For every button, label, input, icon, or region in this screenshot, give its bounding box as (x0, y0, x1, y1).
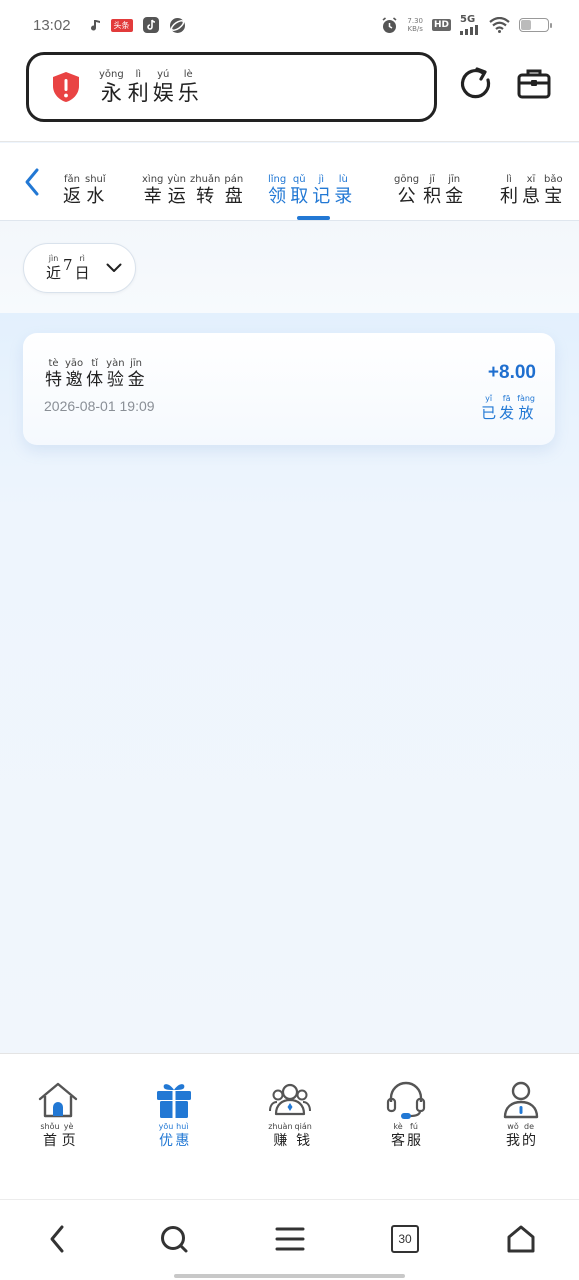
tab-count: 30 (391, 1225, 419, 1253)
wifi-icon (489, 17, 510, 33)
browser-back-button[interactable] (40, 1222, 74, 1256)
home-icon (38, 1082, 78, 1118)
toutiao-badge: 头条 (110, 18, 133, 32)
alarm-icon (382, 16, 397, 33)
category-tabs: fǎn 返 shuǐ 水 xìng 幸 yùn 运 zhuǎn 转 pán 盘 lǐng 领 … (0, 143, 579, 221)
brand-char: yú 娱 (152, 69, 174, 105)
nav-home[interactable]: shǒu 首 yè 页 (18, 1080, 98, 1148)
records-list: tè 特 yāo 邀 tǐ 体 yàn 验 jīn 金 2026-08-01 19:09 … (0, 313, 579, 1053)
network-type: 5G (460, 14, 476, 25)
signal-bars-icon (460, 25, 478, 35)
record-amount: +8.00 (487, 362, 536, 383)
nav-customer-service[interactable]: kè 客 fú 服 (366, 1080, 446, 1148)
tab-claim-records[interactable]: lǐng 领 qǔ 取 jì 记 lù 录 (268, 167, 352, 206)
tab-provident-fund[interactable]: gōng 公 jī 积 jīn 金 (394, 167, 463, 206)
browser-toolbar: 30 (0, 1199, 579, 1280)
back-arrow-icon (50, 1225, 64, 1253)
brand-char: lè 乐 (177, 69, 199, 105)
nav-earn[interactable]: zhuàn 赚 qián 钱 (250, 1080, 330, 1148)
record-time: 2026-08-01 19:09 (44, 398, 155, 414)
tiktok-icon (142, 17, 159, 33)
home-outline-icon (507, 1225, 535, 1253)
gift-icon (157, 1084, 191, 1118)
brand-box: yǒng 永 lì 利 yú 娱 lè 乐 (26, 52, 437, 122)
shield-alert-icon (53, 72, 79, 102)
record-title: tè 特 yāo 邀 tǐ 体 yàn 验 jīn 金 (45, 358, 145, 390)
network-speed-unit: KB/s (407, 25, 423, 33)
nav-promotions[interactable]: yōu 优 huì 惠 (134, 1080, 214, 1148)
tab-interest-treasure[interactable]: lì 利 xī 息 bǎo 宝 (500, 167, 563, 206)
tab-lucky-wheel[interactable]: xìng 幸 yùn 运 zhuǎn 转 pán 盘 (142, 167, 243, 206)
active-tab-indicator (297, 216, 330, 220)
record-card[interactable]: tè 特 yāo 邀 tǐ 体 yàn 验 jīn 金 2026-08-01 19:09 … (23, 333, 555, 445)
chevron-down-icon (106, 263, 122, 272)
filter-bar: jìn 近 7 rì 日 (0, 221, 579, 313)
record-status: yǐ 已 fā 发 fàng 放 (481, 394, 535, 422)
app-orbit-icon (169, 17, 185, 33)
app-header: yǒng 永 lì 利 yú 娱 lè 乐 (0, 50, 579, 142)
briefcase-icon[interactable] (516, 66, 552, 102)
headset-icon (386, 1081, 426, 1119)
user-icon (503, 1081, 539, 1119)
nav-profile[interactable]: wǒ 我 de 的 (481, 1080, 561, 1148)
bottom-nav: shǒu 首 yè 页 yōu 优 huì 惠 zhuàn 赚 qián 钱 k… (0, 1053, 579, 1199)
date-range-label: jìn 近 7 rì 日 (46, 254, 90, 282)
menu-icon (275, 1227, 305, 1251)
brand-char: yǒng 永 (99, 69, 124, 105)
network-speed: 7.30 KB/s (407, 17, 423, 33)
music-note-icon (90, 19, 100, 31)
earn-icon (269, 1083, 311, 1116)
home-indicator[interactable] (174, 1274, 405, 1278)
browser-home-button[interactable] (504, 1222, 538, 1256)
date-range-dropdown[interactable]: jìn 近 7 rì 日 (23, 243, 136, 293)
brand-name: yǒng 永 lì 利 yú 娱 lè 乐 (99, 70, 199, 104)
browser-menu-button[interactable] (273, 1222, 307, 1256)
search-icon (161, 1226, 188, 1253)
browser-tabs-button[interactable]: 30 (388, 1222, 422, 1256)
status-time: 13:02 (33, 16, 71, 34)
cell-signal: 5G (460, 15, 480, 35)
refresh-icon[interactable] (458, 66, 494, 102)
browser-search-button[interactable] (157, 1222, 191, 1256)
hd-badge: HD (431, 19, 451, 31)
network-speed-value: 7.30 (407, 17, 423, 25)
tab-rebate[interactable]: fǎn 返 shuǐ 水 (63, 167, 106, 206)
status-bar: 13:02 头条 7.30 KB/s HD 5G (0, 0, 579, 50)
battery-icon (519, 18, 552, 32)
chevron-left-icon[interactable] (20, 165, 44, 199)
brand-char: lì 利 (127, 69, 149, 105)
